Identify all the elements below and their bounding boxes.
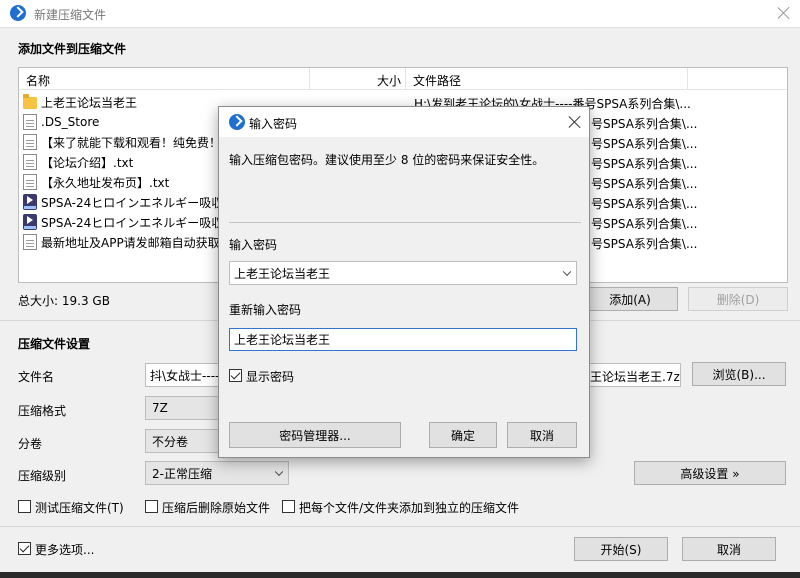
folder-icon [23,94,37,109]
test-archive-label: 测试压缩文件(T) [35,501,124,515]
app-logo-icon [10,5,26,21]
file-name: 【永久地址发布页】.txt [41,175,170,190]
list-item[interactable]: SPSA-24ヒロインエネルギー吸収 [23,212,223,232]
password-input[interactable]: 上老王论坛当老王 [229,261,577,285]
file-name: 【来了就能下载和观看！纯免费！ [41,135,222,150]
format-value: 7Z [152,401,168,415]
list-item[interactable]: 上老王论坛当老王 [23,92,137,112]
mp4-icon [23,214,37,230]
document-icon [23,134,37,150]
level-label: 压缩级别 [18,469,67,483]
file-path: 号SPSA系列合集\... [591,237,698,251]
document-icon [23,174,37,190]
mp4-icon [23,194,37,210]
more-options-label: 更多选项... [35,543,95,557]
browse-button[interactable]: 浏览(B)... [692,362,786,386]
document-icon [23,114,37,130]
filename-label: 文件名 [18,370,55,384]
file-path: 号SPSA系列合集\... [591,137,698,151]
dialog-title: 输入密码 [249,117,298,131]
add-button[interactable]: 添加(A) [582,287,678,311]
more-options-checkbox[interactable] [18,542,31,555]
file-name: SPSA-24ヒロインエネルギー吸収 [41,195,224,210]
dialog-close-icon[interactable] [567,114,583,130]
advanced-settings-button[interactable]: 高级设置 » [634,461,786,485]
file-name: .DS_Store [41,115,100,129]
show-password-checkbox[interactable] [229,369,242,382]
column-size[interactable]: 大小 [377,72,401,89]
reenter-password-input[interactable]: 上老王论坛当老王 [229,328,577,351]
filename-right-value: 王论坛当老王.7z [590,370,680,384]
password-label: 输入密码 [229,238,278,252]
list-item[interactable]: SPSA-24ヒロインエネルギー吸収 [23,192,223,212]
filename-value: 抖\女战士---- [150,368,220,383]
password-dialog: 输入密码 输入压缩包密码。建议使用至少 8 位的密码来保证安全性。 输入密码 上… [218,106,590,458]
password-value: 上老王论坛当老王 [234,266,331,281]
chevron-down-icon [274,467,284,477]
level-select[interactable]: 2-正常压缩 [145,461,289,485]
list-item[interactable]: 【论坛介绍】.txt [23,152,133,172]
file-path: 号SPSA系列合集\... [591,217,698,231]
window-close-icon[interactable] [776,5,792,21]
ok-button[interactable]: 确定 [429,422,497,448]
format-label: 压缩格式 [18,404,67,418]
list-item[interactable]: 【永久地址发布页】.txt [23,172,169,192]
dialog-title-bar: 输入密码 [219,107,589,137]
show-password-label: 显示密码 [246,370,295,384]
settings-title: 压缩文件设置 [18,337,91,351]
file-list-header: 名称 大小 文件路径 [19,68,787,90]
column-name[interactable]: 名称 [26,72,50,89]
file-path: 号SPSA系列合集\... [591,157,698,171]
document-icon [23,234,37,250]
dialog-hint: 输入压缩包密码。建议使用至少 8 位的密码来保证安全性。 [229,153,545,167]
add-section-title: 添加文件到压缩文件 [18,42,127,56]
file-path: 号SPSA系列合集\... [591,117,698,131]
chevron-down-icon[interactable] [562,267,572,277]
delete-button[interactable]: 删除(D) [688,287,788,311]
file-name: 【论坛介绍】.txt [41,155,134,170]
title-bar: 新建压缩文件 [0,0,800,28]
split-label: 分卷 [18,437,43,451]
test-archive-checkbox[interactable] [18,500,31,513]
file-name: 最新地址及APP请发邮箱自动获取! [41,235,225,250]
list-item[interactable]: 【来了就能下载和观看！纯免费！ [23,132,221,152]
password-manager-button[interactable]: 密码管理器... [229,422,401,448]
dialog-cancel-button[interactable]: 取消 [507,422,577,448]
start-button[interactable]: 开始(S) [574,537,668,561]
cancel-button[interactable]: 取消 [682,537,776,561]
separate-archives-checkbox[interactable] [282,500,295,513]
window-title: 新建压缩文件 [34,8,107,22]
reenter-password-label: 重新输入密码 [229,303,302,317]
file-name: SPSA-24ヒロインエネルギー吸収 [41,215,224,230]
file-path: 号SPSA系列合集\... [591,197,698,211]
dialog-logo-icon [229,114,245,130]
column-path[interactable]: 文件路径 [413,72,461,89]
reenter-password-value: 上老王论坛当老王 [234,333,331,347]
file-name: 上老王论坛当老王 [41,95,138,110]
split-value: 不分卷 [152,434,189,449]
total-size: 总大小: 19.3 GB [18,294,110,308]
taskbar-strip [0,572,800,578]
file-path: 号SPSA系列合集\... [591,177,698,191]
list-item[interactable]: .DS_Store [23,112,99,132]
delete-after-checkbox[interactable] [145,500,158,513]
separate-archives-label: 把每个文件/文件夹添加到独立的压缩文件 [299,501,520,515]
list-item[interactable]: 最新地址及APP请发邮箱自动获取! [23,232,225,252]
delete-after-label: 压缩后删除原始文件 [162,501,271,515]
document-icon [23,154,37,170]
level-value: 2-正常压缩 [152,466,212,481]
